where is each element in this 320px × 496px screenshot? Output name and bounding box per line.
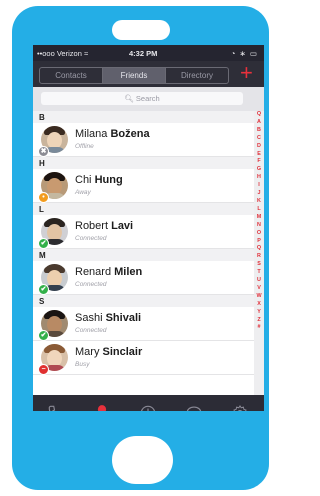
chat-bubble-icon <box>186 406 202 411</box>
phone-screen: ••ooo Verizon ≈ 4:32 PM ◔ ∗ ▭ Contacts F… <box>33 45 264 411</box>
index-letter[interactable]: J <box>258 190 261 198</box>
index-letter[interactable]: Z <box>257 317 260 325</box>
presence-connected-icon: ✔ <box>38 330 49 341</box>
section-header: M <box>33 249 254 261</box>
contact-row[interactable]: ✔ Renard Milen Connected <box>33 261 254 295</box>
index-letter[interactable]: S <box>257 261 261 269</box>
contact-first-name: Robert <box>75 220 109 232</box>
tab-directory[interactable]: Directory <box>166 68 228 83</box>
search-placeholder: Search <box>135 94 160 103</box>
index-letter[interactable]: Q <box>257 245 261 253</box>
index-letter[interactable]: R <box>257 253 261 261</box>
presence-connected-icon: ✔ <box>38 238 49 249</box>
section-header: L <box>33 203 254 215</box>
contact-first-name: Mary <box>75 346 100 358</box>
index-letter[interactable]: # <box>258 324 261 332</box>
index-letter[interactable]: C <box>257 135 261 143</box>
contact-first-name: Chi <box>75 174 92 186</box>
contact-status: Busy <box>75 361 90 368</box>
contact-row[interactable]: ✖ Milana Božena Offline <box>33 123 254 157</box>
contact-last-name: Sinclair <box>102 346 143 358</box>
contact-last-name: Lavi <box>111 220 134 232</box>
contact-status: Connected <box>75 235 107 242</box>
clock-label: 4:32 PM <box>129 49 158 58</box>
contact-first-name: Sashi <box>75 312 103 324</box>
presence-busy-icon: − <box>38 364 49 375</box>
index-letter[interactable]: K <box>257 198 261 206</box>
contact-first-name: Milana <box>75 128 108 140</box>
search-input[interactable]: 🔍︎ Search <box>41 92 243 105</box>
index-letter[interactable]: W <box>256 293 261 301</box>
nav-bar: Contacts Friends Directory + <box>33 61 264 87</box>
index-letter[interactable]: D <box>257 143 261 151</box>
tab-chat[interactable] <box>171 401 217 411</box>
tab-contacts[interactable]: Contacts <box>40 68 103 83</box>
index-letter[interactable]: P <box>257 238 261 246</box>
index-letter[interactable]: Y <box>257 309 261 317</box>
index-letter[interactable]: H <box>257 174 261 182</box>
contact-last-name: Božena <box>110 128 150 140</box>
carrier-label: ••ooo Verizon ≈ <box>37 49 89 58</box>
index-letter[interactable]: N <box>257 222 261 230</box>
index-letter[interactable]: T <box>257 269 260 277</box>
status-indicators: ◔ ∗ ▭ <box>230 49 258 58</box>
contacts-icon <box>97 405 107 411</box>
index-letter[interactable]: E <box>257 151 261 159</box>
index-letter[interactable]: B <box>257 127 261 135</box>
index-letter[interactable]: F <box>257 158 260 166</box>
tab-recents[interactable] <box>125 401 171 411</box>
index-letter[interactable]: L <box>257 206 260 214</box>
index-letter[interactable]: A <box>257 119 261 127</box>
section-header: B <box>33 111 254 123</box>
presence-offline-icon: ✖ <box>38 146 49 157</box>
index-letter[interactable]: Q <box>257 111 261 119</box>
index-letter[interactable]: M <box>257 214 262 222</box>
contact-row[interactable]: − Mary Sinclair Busy <box>33 341 254 375</box>
status-bar: ••ooo Verizon ≈ 4:32 PM ◔ ∗ ▭ <box>33 45 264 61</box>
add-contact-button[interactable]: + <box>240 62 253 84</box>
friends-list: B ✖ Milana Božena Offline H • Chi Hung A… <box>33 111 254 395</box>
search-icon: 🔍︎ <box>124 94 134 103</box>
contact-row[interactable]: • Chi Hung Away <box>33 169 254 203</box>
recents-clock-icon <box>140 405 156 411</box>
index-letter[interactable]: I <box>258 182 260 190</box>
search-bar: 🔍︎ Search <box>33 87 264 111</box>
phone-icon <box>48 405 56 411</box>
section-header: H <box>33 157 254 169</box>
bottom-tab-bar <box>33 395 264 411</box>
tab-settings[interactable] <box>217 401 263 411</box>
segmented-control: Contacts Friends Directory <box>39 67 229 84</box>
settings-gear-icon <box>233 404 247 411</box>
alphabet-index[interactable]: Q A B C D E F G H I J K L M N O P Q R S … <box>254 111 264 395</box>
speaker-slot <box>112 20 170 40</box>
section-header: S <box>33 295 254 307</box>
contact-row[interactable]: ✔ Robert Lavi Connected <box>33 215 254 249</box>
contact-status: Connected <box>75 281 107 288</box>
tab-contacts-bottom[interactable] <box>79 401 125 411</box>
contact-first-name: Renard <box>75 266 112 278</box>
contact-last-name: Hung <box>94 174 123 186</box>
contact-status: Away <box>75 189 91 196</box>
contact-status: Connected <box>75 327 107 334</box>
index-letter[interactable]: X <box>257 301 261 309</box>
presence-connected-icon: ✔ <box>38 284 49 295</box>
index-letter[interactable]: G <box>257 166 261 174</box>
tab-friends[interactable]: Friends <box>103 68 166 83</box>
tab-phone[interactable] <box>33 401 79 411</box>
contact-last-name: Shivali <box>105 312 142 324</box>
index-letter[interactable]: U <box>257 277 261 285</box>
index-letter[interactable]: O <box>257 230 261 238</box>
contact-status: Offline <box>75 143 94 150</box>
index-letter[interactable]: V <box>257 285 261 293</box>
contact-row[interactable]: ✔ Sashi Shivali Connected <box>33 307 254 341</box>
contact-last-name: Milen <box>114 266 143 278</box>
home-button[interactable] <box>112 436 173 484</box>
presence-away-icon: • <box>38 192 49 203</box>
